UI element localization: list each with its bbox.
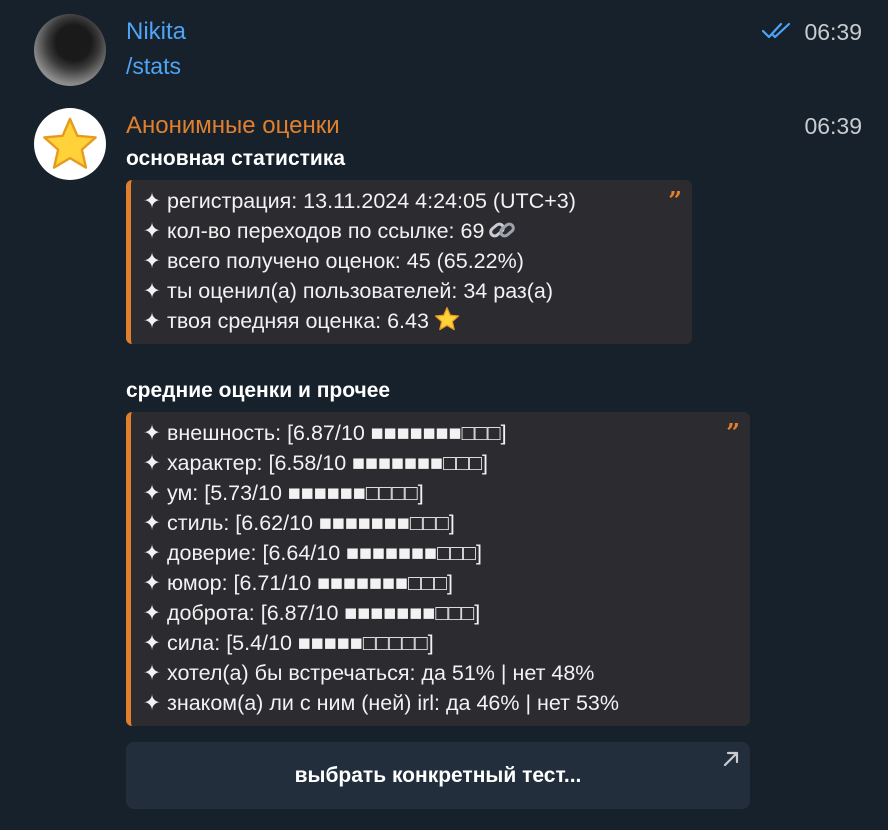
stat-line: ✦ доброта: [6.87/10 ■■■■■■■□□□] <box>143 601 481 625</box>
stat-line: ✦ стиль: [6.62/10 ■■■■■■■□□□] <box>143 511 455 535</box>
stat-line: ✦ сила: [5.4/10 ■■■■■□□□□□] <box>143 631 434 655</box>
stat-line: ✦ всего получено оценок: 45 (65.22%) <box>143 249 524 273</box>
message-time: 06:39 <box>804 113 862 139</box>
stat-line: ✦ знаком(а) ли с ним (ней) irl: да 46% |… <box>143 691 620 715</box>
avatar-nikita[interactable] <box>34 14 106 86</box>
quote-basic-stats: ” ✦ регистрация: 13.11.2024 4:24:05 (UTC… <box>126 180 692 344</box>
stat-line: ✦ характер: [6.58/10 ■■■■■■■□□□] <box>143 451 488 475</box>
stat-line: ✦ доверие: [6.64/10 ■■■■■■■□□□] <box>143 541 483 565</box>
stat-line: ✦ хотел(а) бы встречаться: да 51% | нет … <box>143 661 595 685</box>
stat-line: ✦ внешность: [6.87/10 ■■■■■■■□□□] <box>143 421 507 445</box>
message-time: 06:39 <box>804 19 862 45</box>
button-label: выбрать конкретный тест... <box>294 763 582 787</box>
double-check-icon <box>762 22 791 39</box>
sender-name[interactable]: Nikita <box>126 18 186 46</box>
quote-mark-icon: ” <box>668 186 682 215</box>
stat-line: ✦ ум: [5.73/10 ■■■■■■□□□□] <box>143 481 424 505</box>
command-link[interactable]: /stats <box>126 53 181 80</box>
link-icon <box>489 222 516 238</box>
arrow-up-right-icon <box>723 751 739 767</box>
star-emoji-icon <box>434 307 460 331</box>
stat-line: ✦ регистрация: 13.11.2024 4:24:05 (UTC+3… <box>143 189 576 213</box>
section-title-basic-stats: основная статистика <box>126 147 346 170</box>
quote-averages: ” ✦ внешность: [6.87/10 ■■■■■■■□□□] ✦ ха… <box>126 412 750 726</box>
stat-line: ✦ ты оценил(а) пользователей: 34 раз(а) <box>143 279 554 303</box>
stat-line: ✦ твоя средняя оценка: 6.43 <box>143 306 662 336</box>
section-title-averages: средние оценки и прочее <box>126 379 391 402</box>
stat-line: ✦ кол-во переходов по ссылке: 69 <box>143 216 662 246</box>
star-icon <box>43 117 97 169</box>
quote-mark-icon: ” <box>726 418 740 447</box>
avatar-bot[interactable] <box>34 108 106 180</box>
choose-test-button[interactable]: выбрать конкретный тест... <box>126 742 750 809</box>
sender-name[interactable]: Анонимные оценки <box>126 112 340 140</box>
stat-line: ✦ юмор: [6.71/10 ■■■■■■■□□□] <box>143 571 454 595</box>
